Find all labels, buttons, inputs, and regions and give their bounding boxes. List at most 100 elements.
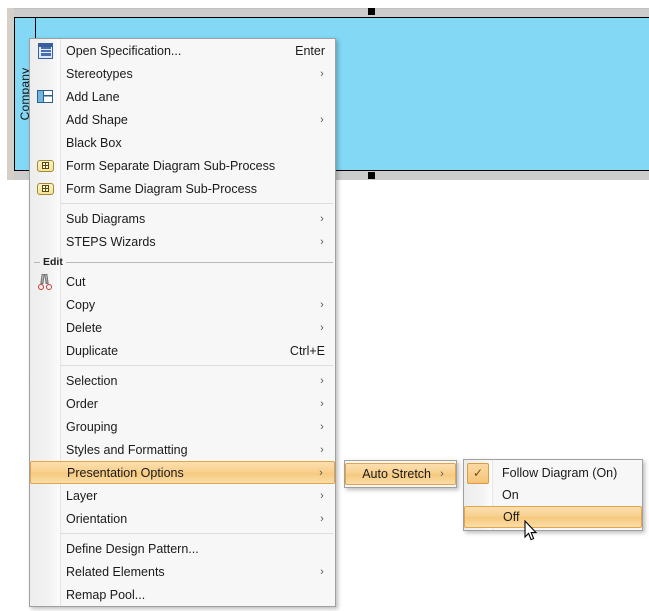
menu-item-open-specification[interactable]: Open Specification... Enter xyxy=(30,39,335,62)
menu-item-stereotypes[interactable]: Stereotypes › xyxy=(30,62,335,85)
menu-separator xyxy=(60,203,333,204)
menu-item-label: Layer xyxy=(66,488,98,503)
menu-group-separator-edit: Edit xyxy=(34,255,333,269)
menu-item-add-lane[interactable]: Add Lane xyxy=(30,85,335,108)
submenu-auto-stretch[interactable]: ✓ Follow Diagram (On) On Off xyxy=(463,459,643,531)
menu-item-black-box[interactable]: Black Box xyxy=(30,131,335,154)
no-icon xyxy=(30,131,60,154)
chevron-right-icon: › xyxy=(440,468,444,480)
canvas-left-gutter xyxy=(7,8,14,180)
no-icon xyxy=(30,415,60,438)
menu-item-add-shape[interactable]: Add Shape › xyxy=(30,108,335,131)
menu-item-duplicate[interactable]: Duplicate Ctrl+E xyxy=(30,339,335,362)
menu-item-label: Grouping xyxy=(66,419,118,434)
sub-process-icon xyxy=(30,154,60,177)
menu-item-order[interactable]: Order › xyxy=(30,392,335,415)
chevron-right-icon: › xyxy=(320,420,324,433)
chevron-right-icon: › xyxy=(320,113,324,126)
menu-item-styles-and-formatting[interactable]: Styles and Formatting › xyxy=(30,438,335,461)
menu-item-off[interactable]: Off xyxy=(464,506,642,528)
menu-item-follow-diagram[interactable]: ✓ Follow Diagram (On) xyxy=(464,462,642,484)
menu-item-label: Orientation xyxy=(66,511,128,526)
menu-item-label: Selection xyxy=(66,373,118,388)
no-icon xyxy=(30,316,60,339)
menu-item-label: Auto Stretch xyxy=(362,467,431,481)
menu-item-label: Add Shape xyxy=(66,112,128,127)
menu-item-label: Form Same Diagram Sub-Process xyxy=(66,181,258,196)
menu-item-auto-stretch[interactable]: Auto Stretch › xyxy=(345,463,456,485)
menu-item-accelerator: Ctrl+E xyxy=(289,343,325,358)
no-icon xyxy=(30,560,60,583)
chevron-right-icon: › xyxy=(320,212,324,225)
no-icon xyxy=(30,207,60,230)
menu-item-label: Copy xyxy=(66,297,96,312)
menu-item-label: On xyxy=(502,488,519,502)
sub-process-icon xyxy=(30,177,60,200)
no-icon xyxy=(30,484,60,507)
menu-item-form-separate-diagram-sub-process[interactable]: Form Separate Diagram Sub-Process xyxy=(30,154,335,177)
chevron-right-icon: › xyxy=(320,512,324,525)
menu-item-label: Open Specification... xyxy=(66,43,182,58)
chevron-right-icon: › xyxy=(320,374,324,387)
chevron-right-icon: › xyxy=(320,565,324,578)
chevron-right-icon: › xyxy=(320,489,324,502)
menu-item-label: Delete xyxy=(66,320,103,335)
menu-item-label: Add Lane xyxy=(66,89,120,104)
menu-item-label: STEPS Wizards xyxy=(66,234,156,249)
no-icon xyxy=(30,339,60,362)
chevron-right-icon: › xyxy=(320,67,324,80)
no-icon xyxy=(464,484,492,507)
lane-icon xyxy=(30,85,60,108)
specification-icon xyxy=(30,39,60,62)
menu-item-define-design-pattern[interactable]: Define Design Pattern... xyxy=(30,537,335,560)
no-icon xyxy=(30,293,60,316)
selection-handle-bottom[interactable] xyxy=(368,172,375,179)
menu-item-selection[interactable]: Selection › xyxy=(30,369,335,392)
menu-item-steps-wizards[interactable]: STEPS Wizards › xyxy=(30,230,335,253)
no-icon xyxy=(30,392,60,415)
menu-item-label: Duplicate xyxy=(66,343,119,358)
menu-item-accelerator: Enter xyxy=(295,43,325,58)
menu-item-delete[interactable]: Delete › xyxy=(30,316,335,339)
menu-item-sub-diagrams[interactable]: Sub Diagrams › xyxy=(30,207,335,230)
menu-item-copy[interactable]: Copy › xyxy=(30,293,335,316)
chevron-right-icon: › xyxy=(320,235,324,248)
menu-item-label: Related Elements xyxy=(66,564,165,579)
menu-item-label: Black Box xyxy=(66,135,122,150)
submenu-presentation-options[interactable]: Auto Stretch › xyxy=(344,460,457,488)
selection-handle-top[interactable] xyxy=(368,8,375,15)
no-icon xyxy=(30,438,60,461)
menu-item-label: Cut xyxy=(66,274,86,289)
no-icon xyxy=(30,230,60,253)
menu-item-label: Stereotypes xyxy=(66,66,133,81)
no-icon xyxy=(31,461,61,484)
menu-item-label: Remap Pool... xyxy=(66,587,146,602)
check-icon: ✓ xyxy=(467,462,489,484)
no-icon xyxy=(30,62,60,85)
no-icon xyxy=(30,507,60,530)
menu-item-cut[interactable]: Cut xyxy=(30,270,335,293)
menu-item-label: Presentation Options xyxy=(67,465,184,480)
screenshot-root: Company Open Specification... Enter Ster… xyxy=(0,0,649,611)
menu-item-label: Off xyxy=(503,510,520,524)
menu-item-presentation-options[interactable]: Presentation Options › xyxy=(30,461,335,484)
menu-item-label: Sub Diagrams xyxy=(66,211,146,226)
menu-item-form-same-diagram-sub-process[interactable]: Form Same Diagram Sub-Process xyxy=(30,177,335,200)
menu-item-layer[interactable]: Layer › xyxy=(30,484,335,507)
menu-item-related-elements[interactable]: Related Elements › xyxy=(30,560,335,583)
menu-item-grouping[interactable]: Grouping › xyxy=(30,415,335,438)
menu-item-label: Order xyxy=(66,396,98,411)
checked-indicator: ✓ xyxy=(464,462,492,485)
menu-item-label: Styles and Formatting xyxy=(66,442,188,457)
chevron-right-icon: › xyxy=(320,321,324,334)
menu-item-label: Form Separate Diagram Sub-Process xyxy=(66,158,276,173)
menu-item-remap-pool[interactable]: Remap Pool... xyxy=(30,583,335,606)
chevron-right-icon: › xyxy=(320,397,324,410)
menu-item-on[interactable]: On xyxy=(464,484,642,506)
chevron-right-icon: › xyxy=(320,298,324,311)
no-icon xyxy=(30,108,60,131)
menu-item-orientation[interactable]: Orientation › xyxy=(30,507,335,530)
context-menu[interactable]: Open Specification... Enter Stereotypes … xyxy=(29,38,336,607)
menu-separator xyxy=(60,533,333,534)
no-icon xyxy=(30,537,60,560)
